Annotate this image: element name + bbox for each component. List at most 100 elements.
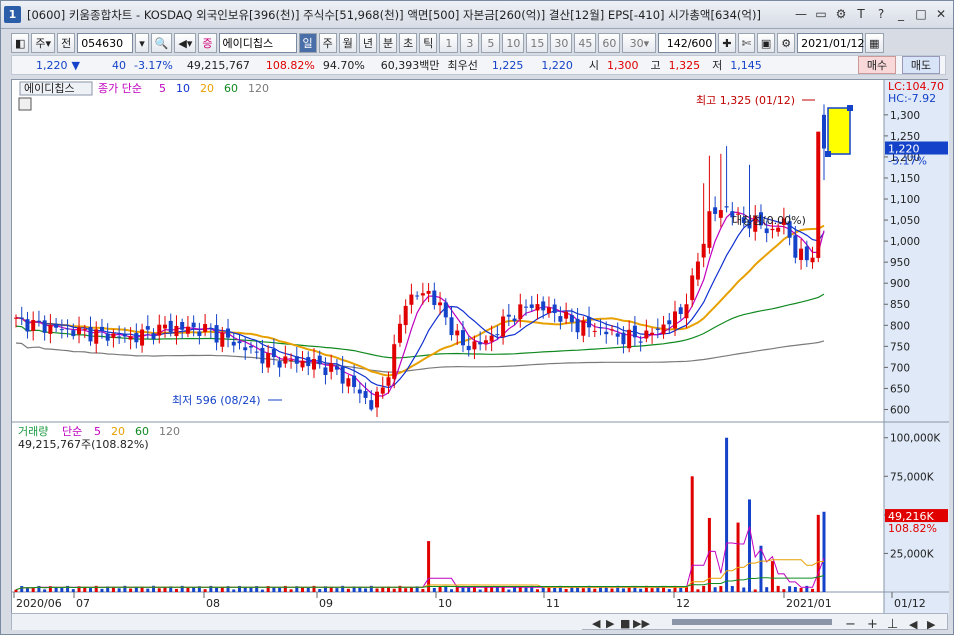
candle-body [627, 329, 632, 349]
period-type-select[interactable]: 주 ▾ [31, 33, 56, 53]
min-window-icon[interactable]: _ [893, 6, 909, 22]
buy-button[interactable]: 매수 [858, 56, 896, 74]
candle-body [621, 332, 626, 345]
prev-button[interactable]: 전 [57, 33, 76, 53]
zoom-fit-icon[interactable]: ⊥ [887, 617, 898, 632]
sound-icon[interactable]: ◀▾ [174, 33, 197, 53]
candle-body [82, 329, 87, 331]
volume-bar [621, 588, 625, 592]
ma-label: 종가 단순 [98, 82, 142, 95]
volume-bar [816, 514, 820, 592]
code-dropdown-icon[interactable]: ▾ [135, 33, 149, 53]
volume-value: 49,215,767주(108.82%) [18, 438, 149, 451]
candle-body [524, 306, 529, 308]
nav-right-icon[interactable]: ▶ [927, 618, 936, 631]
nav-left-icon[interactable]: ◀ [909, 618, 918, 631]
interval-button[interactable]: 30 [550, 33, 573, 53]
quote-bar: 1,220 ▼ 40 -3.17% 49,215,767 108.82% 94.… [11, 55, 946, 75]
volume-bar [518, 587, 522, 592]
open-price: 1,300 [607, 58, 639, 72]
fast-forward-icon[interactable]: ▶▶ [633, 617, 650, 630]
date-field[interactable]: 2021/01/12 [797, 33, 865, 53]
chart-svg[interactable]: 에이디칩스 종가 단순 5 10 20 60 1201,3001,2501,2001,150… [12, 80, 949, 615]
volume-bar [524, 587, 528, 592]
y-tick-label: 950 [890, 257, 910, 269]
max-window-icon[interactable]: □ [913, 6, 929, 22]
tab-period-3[interactable]: 년 [358, 33, 378, 53]
tab-period-1[interactable]: 주 [318, 33, 337, 53]
candle-body [460, 330, 465, 346]
candle-body [208, 328, 213, 330]
interval-select[interactable]: 30 ▾ [622, 33, 657, 53]
pin-icon[interactable]: ⚙ [833, 6, 849, 22]
crosshair-icon[interactable]: ✚ [718, 33, 736, 53]
toolbar: ◧ 주 ▾ 전 054630 ▾ 🔍 ◀▾ 증 에이디칩스 일 주 월 년 분 초… [11, 32, 946, 54]
save-icon[interactable]: ▣ [756, 33, 776, 53]
calendar-icon[interactable]: ▦ [865, 33, 884, 53]
minimize-icon[interactable]: — [793, 6, 809, 22]
tools-icon[interactable]: ✄ [737, 33, 755, 53]
help-icon[interactable]: ? [873, 6, 889, 22]
candle-body [140, 329, 145, 346]
interval-button[interactable]: 5 [481, 33, 501, 53]
volume-bar [793, 586, 797, 592]
volume-bar [770, 561, 774, 592]
change-percent: -3.17% [133, 58, 173, 72]
tab-period-6[interactable]: 틱 [419, 33, 438, 53]
interval-button[interactable]: 1 [439, 33, 459, 53]
candle-body [294, 356, 299, 364]
search-icon[interactable]: 🔍 [150, 33, 173, 53]
candle-body [695, 261, 700, 280]
restore-icon[interactable]: ▭ [813, 6, 829, 22]
zoom-out-icon[interactable]: − [845, 617, 856, 632]
count-field[interactable]: 142/600 [658, 33, 717, 53]
interval-button[interactable]: 10 [502, 33, 525, 53]
market-badge: 증 [198, 33, 217, 53]
play-forward-icon[interactable]: ▶ [606, 617, 615, 630]
candle-body [88, 326, 93, 342]
interval-button[interactable]: 15 [526, 33, 549, 53]
candle-body [323, 367, 328, 375]
y-tick-label: 1,100 [890, 194, 920, 206]
candle-body [483, 340, 488, 344]
chart-area[interactable]: 에이디칩스 종가 단순 5 10 20 60 120 1,300 1,250 1,200 1,150… [11, 79, 949, 615]
font-icon[interactable]: T [853, 6, 869, 22]
volume-bar [822, 511, 826, 592]
tab-period-5[interactable]: 초 [399, 33, 418, 53]
candle-body [340, 366, 345, 384]
candle-body [673, 311, 678, 329]
candle-body [77, 327, 82, 335]
zoom-in-icon[interactable]: + [867, 617, 878, 632]
layout-icon[interactable]: ◧ [11, 33, 30, 53]
volume-bar [289, 589, 293, 592]
candle-body [587, 316, 592, 328]
candle-body [231, 341, 236, 346]
tab-period-2[interactable]: 월 [338, 33, 357, 53]
close-icon[interactable]: ✕ [933, 6, 949, 22]
volume-bar [346, 588, 350, 592]
stock-code-input[interactable]: 054630 [77, 33, 134, 53]
tab-period-4[interactable]: 분 [379, 33, 398, 53]
candle-body [94, 329, 99, 344]
volume-bar [495, 587, 499, 592]
candle-body [804, 246, 809, 261]
settings-icon[interactable]: ⚙ [777, 33, 796, 53]
candle-body [122, 333, 127, 337]
y-tick-label: 1,000 [890, 236, 920, 248]
volume-bar [753, 589, 757, 592]
volume-bar [776, 585, 780, 592]
interval-button[interactable]: 60 [598, 33, 621, 53]
interval-button[interactable]: 3 [460, 33, 480, 53]
scroll-track[interactable] [12, 614, 582, 630]
stop-icon[interactable]: ■ [620, 617, 630, 630]
candle-body [277, 361, 282, 368]
tab-period-0[interactable]: 일 [298, 33, 317, 53]
interval-button[interactable]: 45 [574, 33, 597, 53]
scroll-controls[interactable]: ◀ ▶ ■ ▶▶ − + ⊥ ◀ ▶ [12, 614, 949, 632]
zoom-slider[interactable] [672, 619, 832, 625]
scroll-bar[interactable]: ◀ ▶ ■ ▶▶ − + ⊥ ◀ ▶ [11, 613, 949, 632]
candle-body [220, 332, 225, 347]
candle-body [655, 328, 660, 330]
play-back-icon[interactable]: ◀ [592, 617, 601, 630]
sell-button[interactable]: 매도 [902, 56, 940, 74]
